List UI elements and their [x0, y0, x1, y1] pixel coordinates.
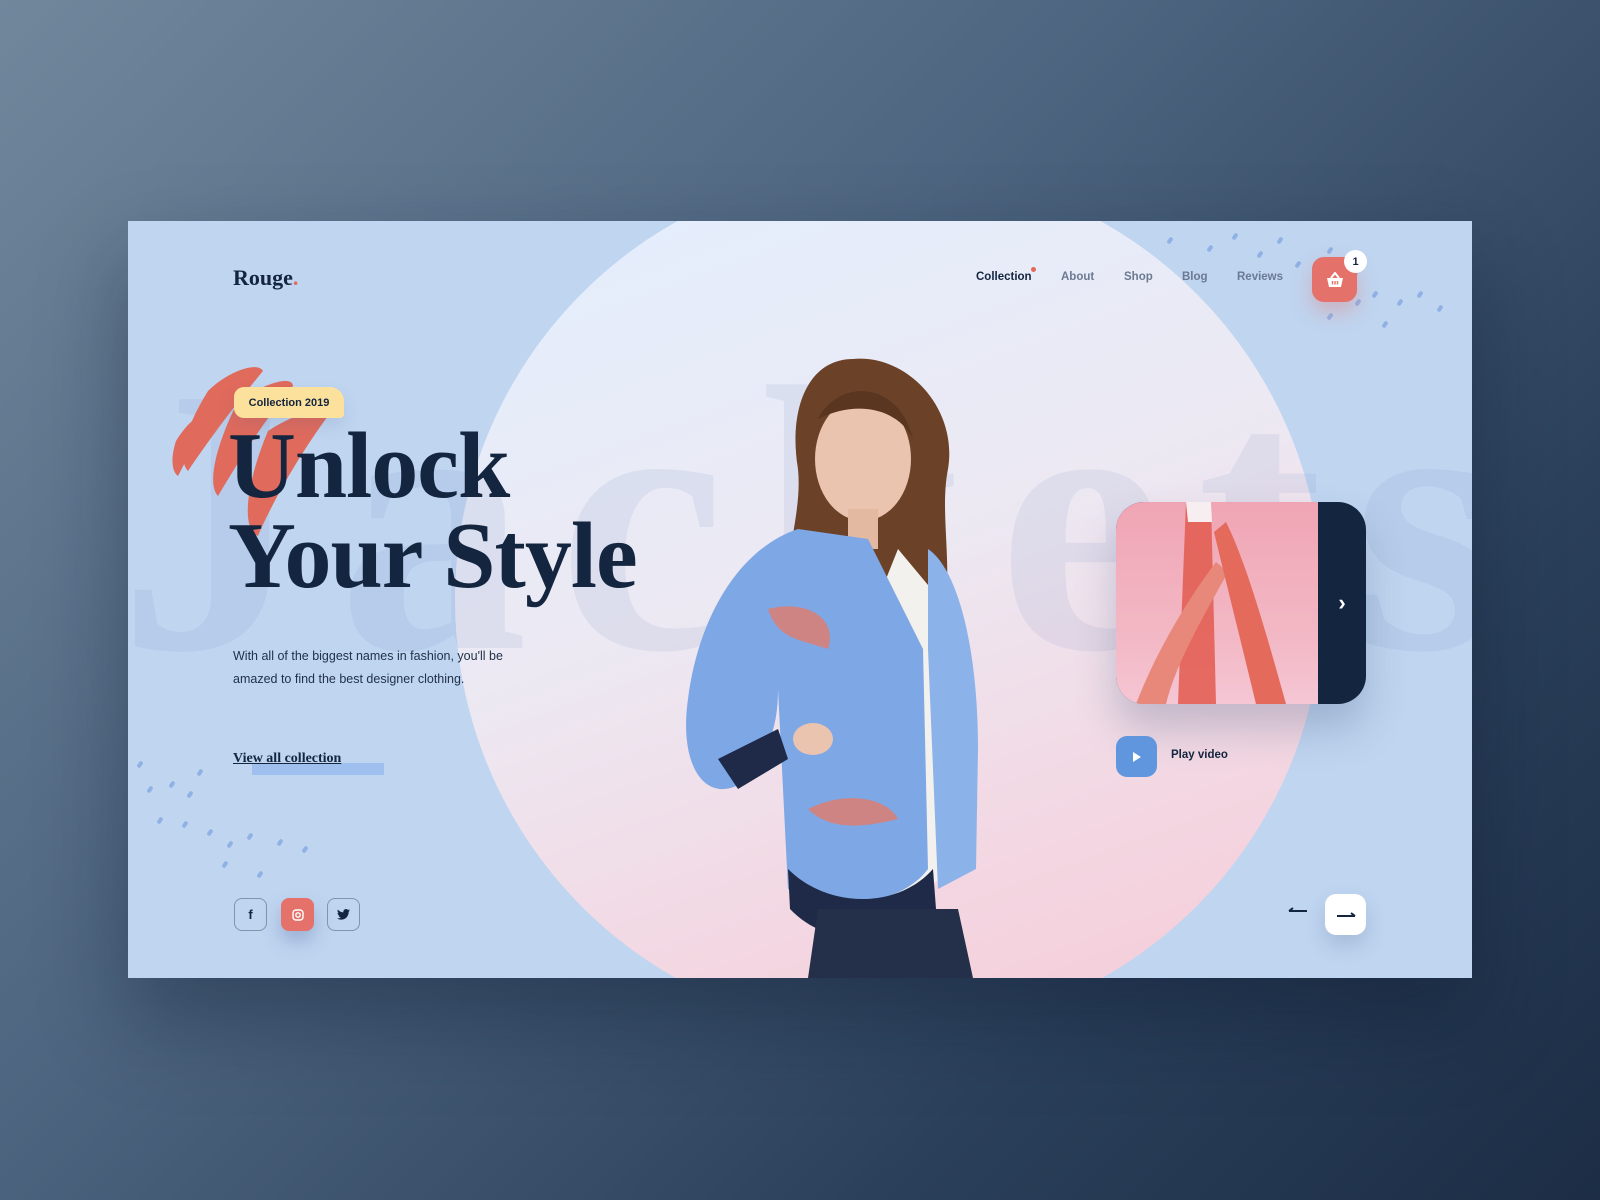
active-indicator-dot	[1031, 267, 1036, 272]
twitter-button[interactable]	[327, 898, 360, 931]
facebook-icon: f	[248, 907, 253, 922]
nav-reviews[interactable]: Reviews	[1237, 271, 1283, 283]
hero-title: Unlock Your Style	[228, 414, 638, 608]
nav-shop[interactable]: Shop	[1124, 271, 1153, 283]
instagram-button[interactable]	[281, 898, 314, 931]
view-all-collection-link[interactable]: View all collection	[233, 751, 341, 767]
play-video-label[interactable]: Play video	[1171, 749, 1228, 761]
logo-dot: .	[292, 265, 299, 290]
basket-icon	[1326, 271, 1343, 287]
model-photo	[686, 358, 978, 978]
play-video-button[interactable]	[1116, 736, 1157, 777]
instagram-icon	[291, 908, 304, 921]
chevron-right-icon: ›	[1338, 590, 1346, 615]
facebook-button[interactable]: f	[234, 898, 267, 931]
video-thumbnail-image	[1136, 502, 1286, 704]
nav-collection[interactable]: Collection	[976, 271, 1032, 283]
cart-count-badge: 1	[1344, 250, 1367, 273]
hero-description: With all of the biggest names in fashion…	[233, 649, 503, 686]
play-icon	[1132, 751, 1141, 762]
logo[interactable]: Rouge.	[233, 265, 298, 291]
video-thumbnail[interactable]	[1116, 502, 1318, 704]
previous-slide-button[interactable]	[1286, 901, 1310, 921]
arrow-right-icon	[1336, 911, 1356, 917]
next-slide-button[interactable]	[1325, 894, 1366, 935]
hero-page: Jackets Rouge. Collection About Shop Blo…	[128, 221, 1472, 978]
video-card[interactable]: ›	[1116, 502, 1366, 704]
nav-blog[interactable]: Blog	[1182, 271, 1208, 283]
hero-title-line-2: Your Style	[228, 504, 638, 608]
video-next-button[interactable]: ›	[1318, 502, 1366, 704]
arrow-left-icon	[1288, 907, 1307, 912]
nav-about[interactable]: About	[1061, 271, 1094, 283]
hero-title-line-1: Unlock	[228, 414, 510, 518]
logo-text: Rouge	[233, 265, 293, 290]
twitter-icon	[337, 909, 350, 920]
